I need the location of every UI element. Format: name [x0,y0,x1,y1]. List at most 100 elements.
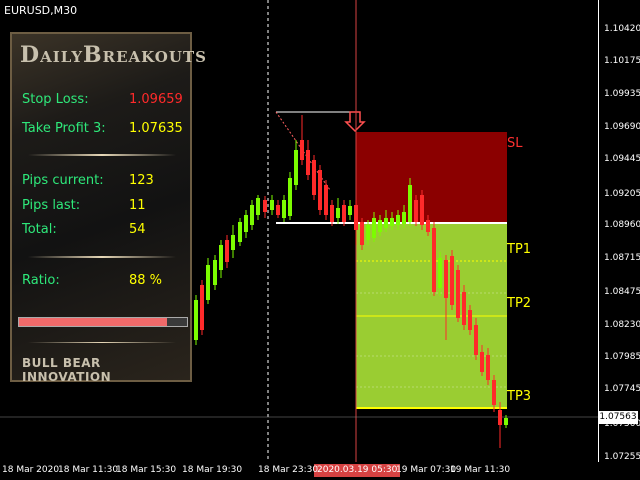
candle-body [282,200,286,218]
candle-body [468,310,472,330]
candle-body [270,200,274,210]
price-tick-label: 1.08230 [604,320,640,330]
candle-body [498,410,502,425]
time-tick-label: 18 Mar 11:30 [58,465,119,475]
stop-loss-value: 1.09659 [129,92,183,107]
time-tick-label: 18 Mar 23:30 [258,465,319,475]
pips-current-value: 123 [129,173,154,188]
candle-body [219,245,223,270]
candle-body [474,325,478,355]
stop-loss-zone [356,132,507,223]
divider [28,154,176,156]
candle-body [390,218,394,226]
candle-body [288,178,292,216]
candle-body [366,225,370,240]
current-price-label: 1.07563 [598,411,638,424]
time-tick-label: 18 Mar 15:30 [116,465,177,475]
candle-body [256,198,260,215]
candle-body [420,195,424,225]
symbol-label: EURUSD,M30 [4,4,78,17]
price-tick-label: 1.08960 [604,220,640,230]
tp3-label: TP3 [507,389,532,404]
candle-body [408,185,412,222]
time-tick-label: 18 Mar 19:30 [182,465,243,475]
candle-body [324,185,328,215]
price-tick-label: 1.07745 [604,384,640,394]
candle-body [330,205,334,222]
price-tick-label: 1.07985 [604,352,640,362]
candle-body [213,260,217,285]
price-tick-label: 1.10420 [604,24,640,34]
time-tick-label: 18 Mar 2020 [2,465,60,475]
total-label: Total: [22,222,57,237]
candle-body [250,205,254,225]
candle-body [225,240,229,262]
candle-body [263,200,267,212]
sl-label: SL [507,136,523,151]
divider [28,342,176,343]
candle-body [492,380,496,405]
ratio-progress-bar [18,317,188,327]
time-tick-label: 19 Mar 11:30 [450,465,511,475]
candle-body [300,140,304,160]
take-profit-value: 1.07635 [129,121,183,136]
divider [28,256,176,258]
candle-body [312,160,316,195]
candle-body [378,220,382,232]
candle-body [426,220,430,232]
logo-breakouts: Breakouts [83,42,207,68]
price-tick-label: 1.09935 [604,89,640,99]
pips-current-label: Pips current: [22,173,104,188]
price-tick-label: 1.07255 [604,452,640,462]
candle-body [294,150,298,185]
daily-breakouts-panel: DailyBreakouts Stop Loss: 1.09659 Take P… [10,32,206,384]
candle-body [432,228,436,292]
candle-body [348,206,352,215]
time-axis[interactable]: 2020.03.19 05:30 18 Mar 2020 18 Mar 11:30… [0,462,640,480]
price-tick-label: 1.09205 [604,189,640,199]
total-value: 54 [129,222,146,237]
tp1-label: TP1 [507,242,532,257]
panel-logo: DailyBreakouts [20,42,206,68]
brand-label: BULL BEAR INNOVATION [22,356,112,384]
pips-last-value: 11 [129,198,146,213]
tp2-label: TP2 [507,296,532,311]
price-axis[interactable]: 1.10420 1.10175 1.09935 1.09690 1.09445 1.092… [598,0,640,462]
time-tick-label: 19 Mar 07:30 [396,465,457,475]
candle-body [231,235,235,250]
price-tick-label: 1.08715 [604,253,640,263]
candle-body [504,418,508,425]
candle-body [354,205,358,230]
candle-body [444,260,448,298]
candle-body [342,205,346,222]
candle-body [480,352,484,372]
candle-body [206,265,210,300]
ratio-label: Ratio: [22,273,60,288]
candle-body [402,212,406,224]
current-time-label: 2020.03.19 05:30 [314,464,401,477]
price-tick-label: 1.10175 [604,56,640,66]
candle-body [396,215,400,225]
price-tick-label: 1.09445 [604,154,640,164]
candle-body [200,285,204,330]
candle-body [456,270,460,318]
breakout-arrow [344,111,366,133]
candle-body [372,218,376,238]
candle-body [438,258,442,288]
price-tick-label: 1.08475 [604,287,640,297]
candle-body [486,355,490,380]
chart-area[interactable]: EURUSD,M30 SL TP1 TP2 TP3 DailyBreakouts… [0,0,598,462]
candle-body [244,215,248,232]
candle-body [318,170,322,210]
candle-body [414,200,418,222]
candle-body [450,256,454,305]
stop-loss-label: Stop Loss: [22,92,89,107]
take-profit-label: Take Profit 3: [22,121,106,136]
candle-body [276,205,280,215]
candle-body [384,218,388,228]
candle-body [306,150,310,175]
ratio-value: 88 % [129,273,163,288]
ratio-progress-fill [19,318,167,326]
candle-body [238,222,242,242]
candle-body [336,208,340,218]
